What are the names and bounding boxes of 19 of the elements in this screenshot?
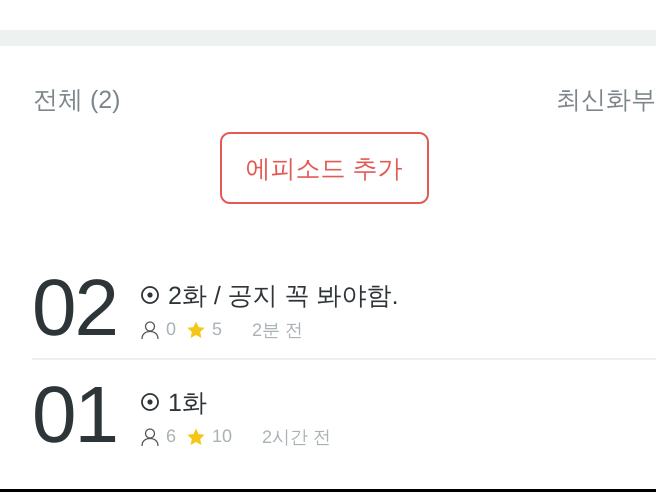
target-icon xyxy=(140,392,160,412)
star-icon xyxy=(186,426,206,446)
upload-time: 2시간 전 xyxy=(262,426,332,448)
sort-option[interactable]: 최신화부 xyxy=(556,82,656,116)
total-count-label: 전체 (2) xyxy=(33,84,120,116)
viewer-count: 6 xyxy=(166,426,176,447)
episode-title[interactable]: 1화 xyxy=(168,386,207,418)
star-count: 5 xyxy=(212,319,222,340)
viewer-count: 0 xyxy=(166,319,176,340)
person-icon xyxy=(140,426,160,446)
person-icon xyxy=(140,320,160,340)
episode-number: 01 xyxy=(32,375,118,455)
episode-title[interactable]: 2화 / 공지 꼭 봐야함. xyxy=(168,278,399,312)
star-count: 10 xyxy=(212,426,232,447)
episode-number: 02 xyxy=(32,268,118,348)
add-episode-button[interactable]: 에피소드 추가 xyxy=(220,132,428,204)
upload-time: 2분 전 xyxy=(252,318,304,342)
star-icon xyxy=(186,320,206,340)
target-icon xyxy=(140,285,160,305)
